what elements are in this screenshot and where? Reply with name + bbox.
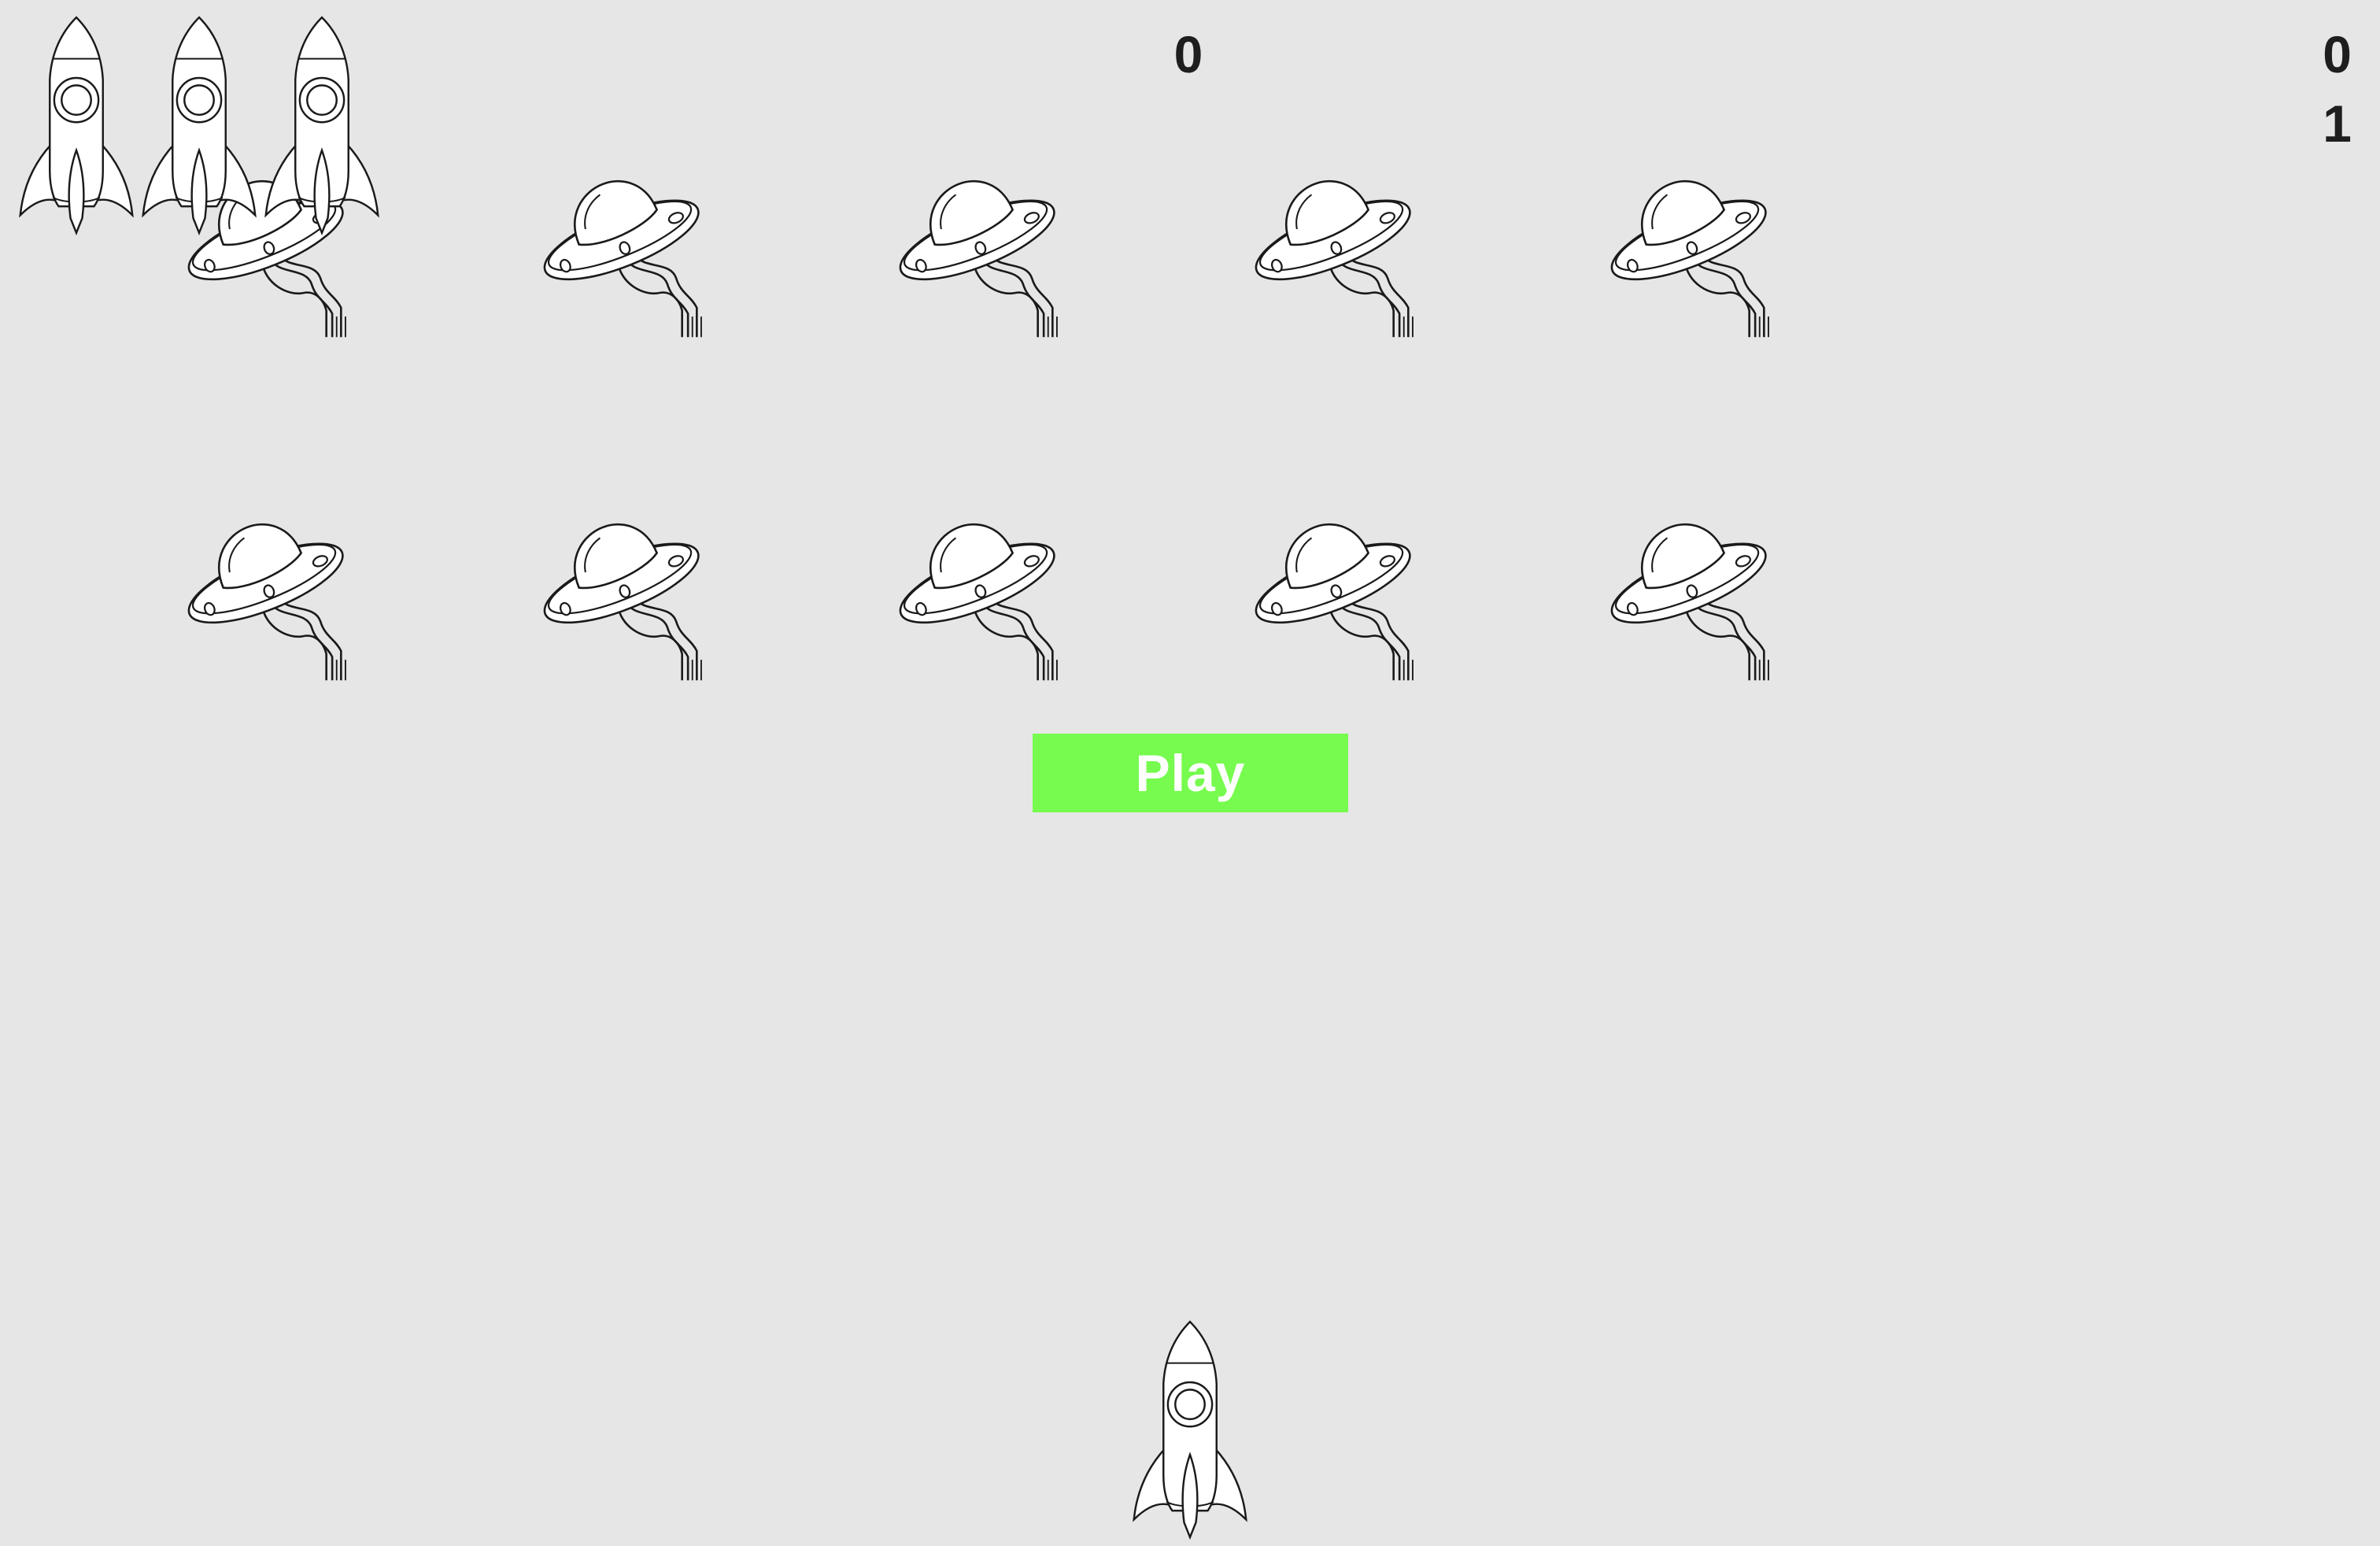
ufo-icon <box>891 507 1067 683</box>
score-display: 0 <box>1173 25 1203 83</box>
ufo-icon <box>179 507 356 683</box>
ufo-icon <box>1247 164 1423 340</box>
ufo-icon <box>535 507 711 683</box>
rocket-icon <box>1131 1319 1249 1540</box>
game-canvas[interactable]: 0 0 1 Play <box>0 0 2380 1546</box>
rocket-icon <box>140 14 258 236</box>
level-display: 1 <box>2323 94 2352 153</box>
play-button-label: Play <box>1135 744 1246 802</box>
ufo-icon <box>1247 507 1423 683</box>
rocket-icon <box>17 14 135 236</box>
rocket-icon <box>263 14 381 236</box>
ufo-icon <box>1602 164 1779 340</box>
high-score-display: 0 <box>2323 25 2352 83</box>
ufo-icon <box>535 164 711 340</box>
ufo-icon <box>1602 507 1779 683</box>
play-button[interactable]: Play <box>1033 734 1348 812</box>
ufo-icon <box>891 164 1067 340</box>
